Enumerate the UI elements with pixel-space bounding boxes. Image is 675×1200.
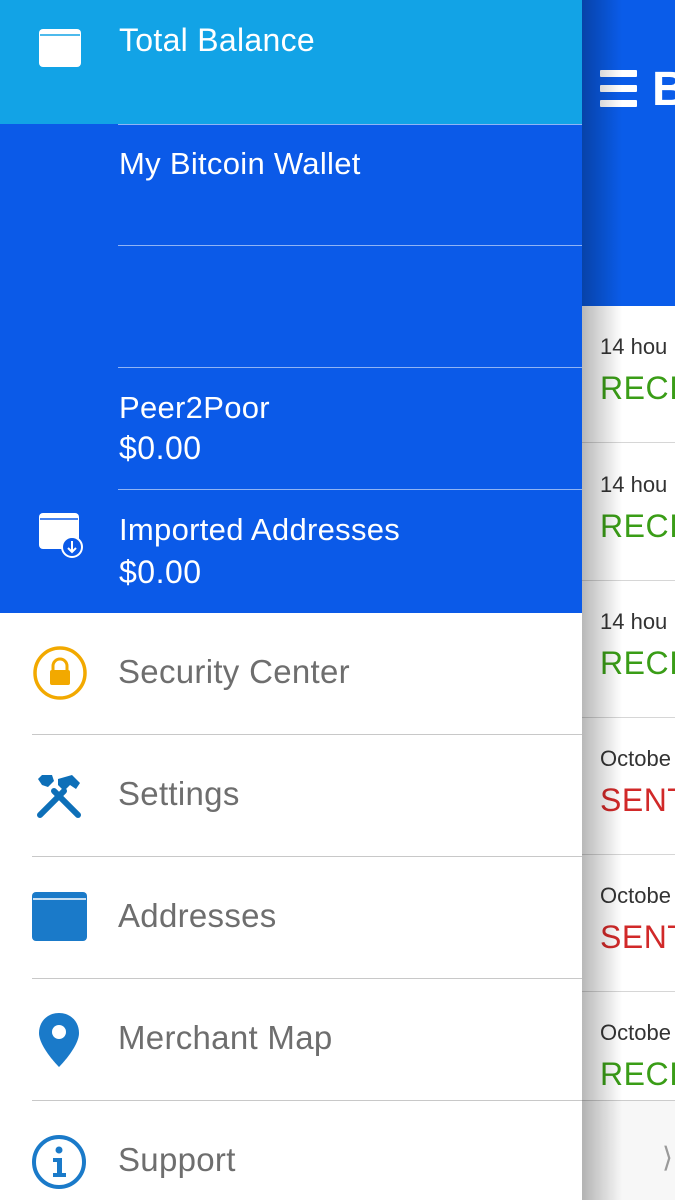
- send-tab-icon[interactable]: ⟩: [662, 1141, 673, 1174]
- menu-item-merchant-map[interactable]: Merchant Map: [0, 979, 582, 1101]
- menu-label: Security Center: [118, 653, 350, 690]
- transaction-type: SENT: [600, 782, 675, 818]
- wallet-icon: [39, 29, 81, 67]
- transaction-type: RECI: [600, 645, 675, 681]
- wallet-balance: $0.00: [119, 554, 202, 590]
- transaction-row[interactable]: Octobe SENT: [582, 855, 675, 992]
- wallet-name: My Bitcoin Wallet: [119, 146, 361, 181]
- transaction-type: RECI: [600, 370, 675, 406]
- wallet-name: Peer2Poor: [119, 390, 270, 425]
- hamburger-menu-icon[interactable]: [600, 70, 638, 108]
- wallet-row-imported-addresses[interactable]: Imported Addresses $0.00: [0, 490, 582, 613]
- bottom-tab-bar: ⟩: [582, 1100, 675, 1200]
- app-title: B: [652, 63, 675, 116]
- tools-icon: [37, 775, 81, 818]
- menu-item-addresses[interactable]: Addresses: [0, 857, 582, 979]
- wallet-row-my-bitcoin-wallet[interactable]: My Bitcoin Wallet: [0, 124, 582, 245]
- menu-label: Settings: [118, 775, 240, 812]
- info-icon: [32, 1135, 86, 1189]
- transaction-type: RECI: [600, 1056, 675, 1092]
- transaction-time: 14 hou: [600, 609, 668, 634]
- menu-item-support[interactable]: Support: [0, 1101, 582, 1200]
- transaction-time: 14 hou: [600, 472, 668, 497]
- total-balance-row[interactable]: Total Balance: [0, 0, 582, 124]
- transaction-row[interactable]: 14 hou RECI: [582, 306, 675, 443]
- menu-label: Support: [118, 1141, 236, 1178]
- menu-label: Addresses: [118, 897, 277, 934]
- total-balance-label: Total Balance: [119, 22, 316, 58]
- app-header: B: [582, 0, 675, 306]
- transaction-row[interactable]: 14 hou RECI: [582, 581, 675, 718]
- transaction-time: 14 hou: [600, 334, 668, 359]
- wallet-row[interactable]: [0, 246, 582, 367]
- transaction-time: Octobe: [600, 1020, 671, 1045]
- lock-icon: [33, 646, 87, 700]
- transaction-type: RECI: [600, 508, 675, 544]
- map-pin-icon: [39, 1013, 79, 1067]
- transaction-time: Octobe: [600, 883, 671, 908]
- transactions-screen: B 14 hou RECI 14 hou RECI 14 hou RECI Oc…: [582, 0, 675, 1200]
- menu-item-security-center[interactable]: Security Center: [0, 613, 582, 735]
- transaction-row[interactable]: 14 hou RECI: [582, 444, 675, 581]
- transaction-row[interactable]: Octobe SENT: [582, 718, 675, 855]
- transaction-type: SENT: [600, 919, 675, 955]
- wallet-row-peer2poor[interactable]: Peer2Poor $0.00: [0, 368, 582, 489]
- transaction-time: Octobe: [600, 746, 671, 771]
- menu-item-settings[interactable]: Settings: [0, 735, 582, 857]
- wallet-balance: $0.00: [119, 430, 202, 466]
- side-drawer: Total Balance My Bitcoin Wallet Peer2Poo…: [0, 0, 582, 1200]
- wallet-icon: [32, 892, 87, 941]
- wallet-name: Imported Addresses: [119, 512, 401, 547]
- imported-wallet-icon: [39, 513, 83, 558]
- menu-label: Merchant Map: [118, 1019, 333, 1056]
